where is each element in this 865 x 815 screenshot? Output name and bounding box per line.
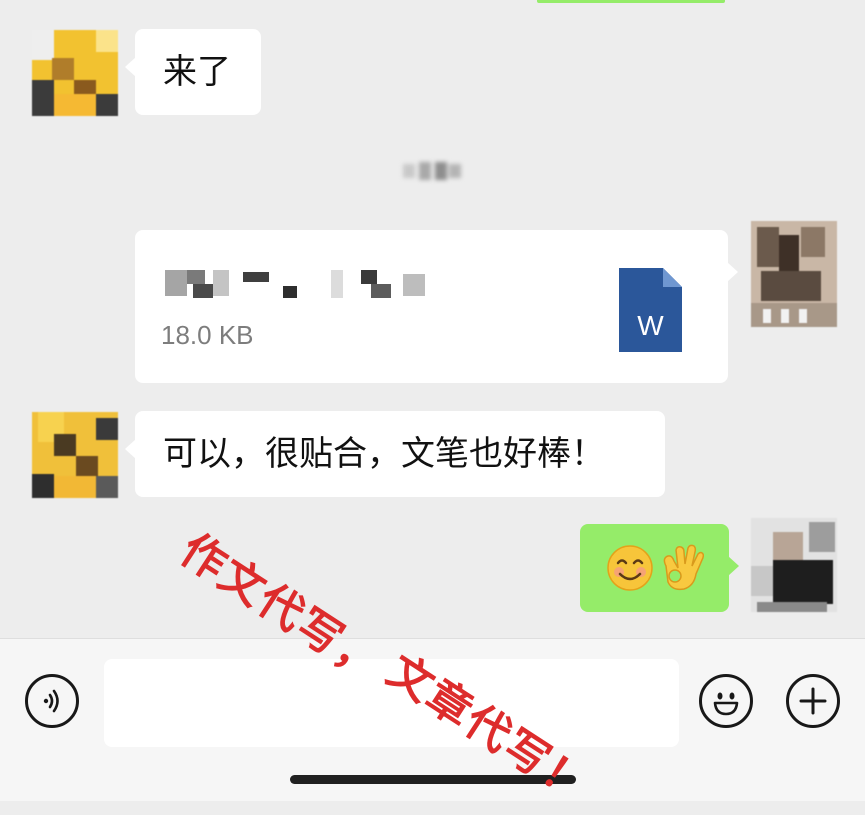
ok-hand-emoji bbox=[663, 544, 704, 591]
message-text: 可以，很贴合，文笔也好棒！ bbox=[163, 434, 605, 474]
file-message-card[interactable]: 18.0 KB W bbox=[135, 230, 738, 383]
self-avatar[interactable] bbox=[751, 221, 837, 327]
emoji-button[interactable] bbox=[699, 674, 753, 728]
top-accent-bar bbox=[537, 0, 725, 3]
bubble-tail bbox=[728, 556, 739, 576]
incoming-message-2[interactable]: 可以，很贴合，文笔也好棒！ bbox=[125, 411, 665, 497]
plus-icon bbox=[799, 687, 827, 715]
more-button[interactable] bbox=[786, 674, 840, 728]
file-name-redacted bbox=[165, 266, 445, 300]
timestamp-separator bbox=[403, 160, 463, 182]
contact-avatar[interactable] bbox=[32, 412, 118, 498]
outgoing-emoji-message[interactable] bbox=[580, 524, 739, 612]
bubble-tail bbox=[125, 57, 136, 77]
self-avatar[interactable] bbox=[751, 518, 837, 612]
emoji-icon bbox=[713, 692, 739, 716]
file-size: 18.0 KB bbox=[161, 320, 254, 350]
message-text: 来了 bbox=[163, 52, 231, 92]
voice-icon bbox=[43, 689, 59, 713]
incoming-message-1[interactable]: 来了 bbox=[125, 29, 261, 115]
contact-avatar[interactable] bbox=[32, 30, 118, 116]
word-icon-letter: W bbox=[637, 310, 664, 341]
bubble-tail bbox=[125, 439, 136, 459]
smiling-face-emoji bbox=[607, 545, 653, 591]
word-document-icon: W bbox=[619, 268, 682, 352]
bubble-tail bbox=[727, 262, 738, 282]
voice-button[interactable] bbox=[25, 674, 79, 728]
